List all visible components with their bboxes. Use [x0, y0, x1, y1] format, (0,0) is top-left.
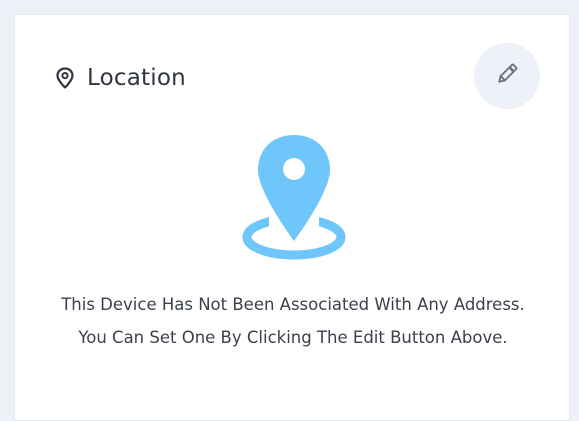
location-card: Location This Device Has Not Been Associ… [14, 14, 570, 421]
edit-button[interactable] [474, 43, 540, 109]
empty-state-message: This Device Has Not Been Associated With… [61, 295, 525, 347]
location-pin-icon [55, 66, 75, 90]
card-header: Location [55, 65, 186, 91]
card-title: Location [87, 65, 186, 91]
map-pin-icon [239, 133, 349, 263]
pencil-icon [494, 61, 520, 91]
